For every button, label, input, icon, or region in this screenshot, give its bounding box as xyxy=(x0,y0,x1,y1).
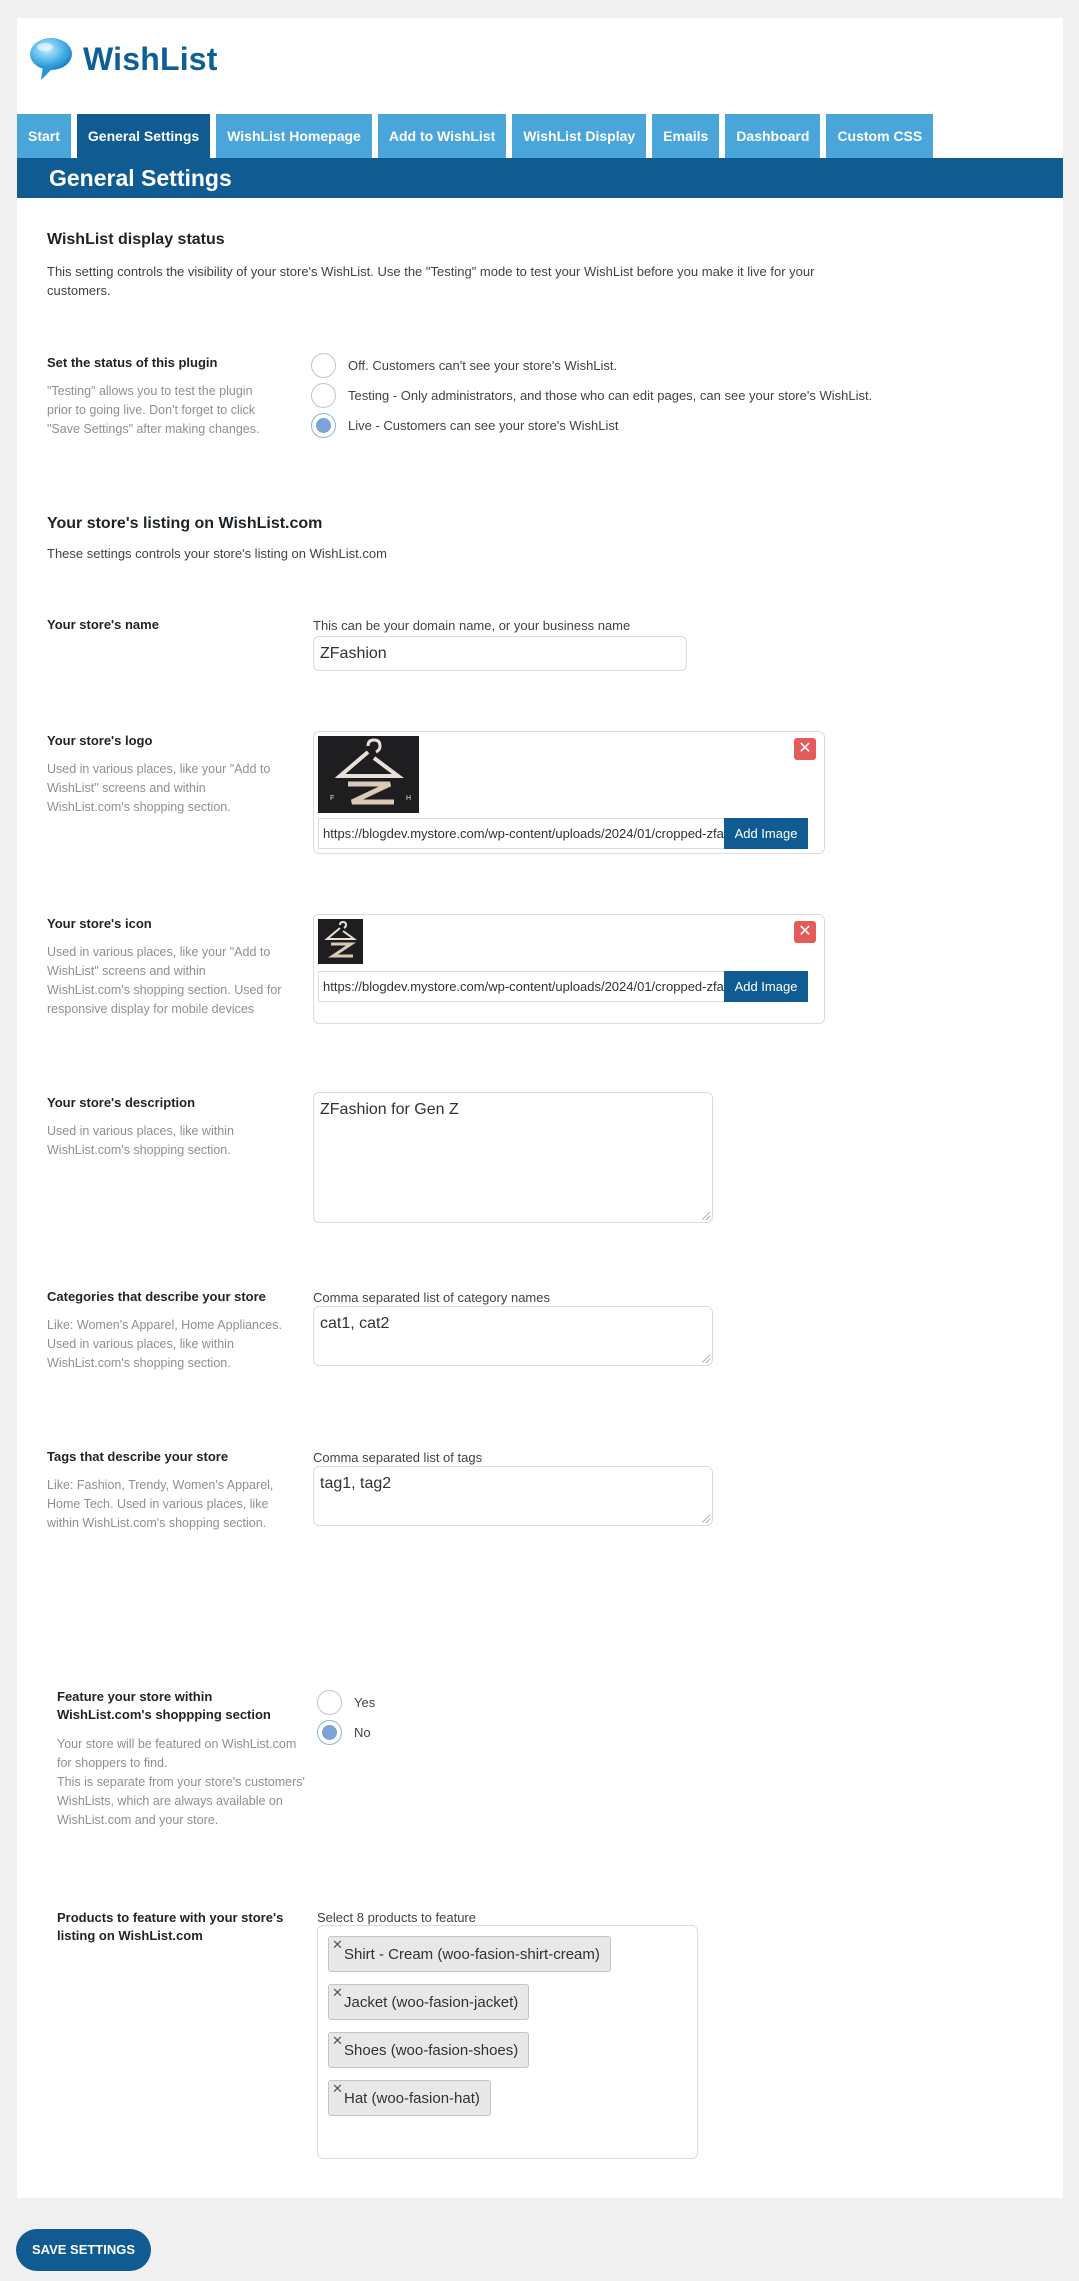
product-tag-label: Shirt - Cream (woo-fasion-shirt-cream) xyxy=(344,1946,600,1963)
tab-wishlist-display[interactable]: WishList Display xyxy=(512,114,647,158)
icon-preview-image xyxy=(318,919,363,964)
products-label: Products to feature with your store's li… xyxy=(57,1910,284,1943)
store-name-value: ZFashion xyxy=(320,644,387,662)
remove-logo-icon[interactable]: ✕ xyxy=(794,738,816,760)
logo-url-input[interactable]: https://blogdev.mystore.com/wp-content/u… xyxy=(318,818,724,849)
tab-start[interactable]: Start xyxy=(17,114,71,158)
product-tag-hat[interactable]: ✕ Hat (woo-fasion-hat) xyxy=(328,2080,491,2116)
tab-wishlist-homepage[interactable]: WishList Homepage xyxy=(216,114,372,158)
status-option-testing[interactable]: Testing - Only administrators, and those… xyxy=(311,380,1011,410)
remove-product-icon[interactable]: ✕ xyxy=(332,1975,343,2011)
icon-add-image-button[interactable]: Add Image xyxy=(724,971,808,1002)
products-hint: Select 8 products to feature xyxy=(317,1910,476,1925)
speech-bubble-icon xyxy=(27,36,73,82)
store-name-label: Your store's name xyxy=(47,617,159,632)
store-icon-help: Used in various places, like your "Add t… xyxy=(47,945,282,1016)
remove-product-icon[interactable]: ✕ xyxy=(332,2023,343,2059)
store-logo-box: F H ✕ https://blogdev.mystore.com/wp-con… xyxy=(313,731,825,854)
feature-option-yes-label: Yes xyxy=(354,1694,376,1710)
logo-add-image-button[interactable]: Add Image xyxy=(724,818,808,849)
product-tag-jacket[interactable]: ✕ Jacket (woo-fasion-jacket) xyxy=(328,1984,530,2020)
categories-textarea[interactable]: cat1, cat2 xyxy=(313,1306,713,1366)
product-tag-label: Hat (woo-fasion-hat) xyxy=(344,2090,480,2107)
store-icon-label: Your store's icon xyxy=(47,916,152,931)
feature-options: Yes No xyxy=(317,1687,375,1747)
tags-label: Tags that describe your store xyxy=(47,1449,229,1464)
store-description-help: Used in various places, like within Wish… xyxy=(47,1124,234,1157)
display-status-heading: WishList display status xyxy=(47,231,225,248)
icon-url-input[interactable]: https://blogdev.mystore.com/wp-content/u… xyxy=(318,971,724,1002)
status-option-off-label: Off. Customers can't see your store's Wi… xyxy=(348,357,618,373)
feature-help-1: Your store will be featured on WishList.… xyxy=(57,1737,297,1770)
tags-hint: Comma separated list of tags xyxy=(313,1450,483,1465)
store-logo-help: Used in various places, like your "Add t… xyxy=(47,762,271,814)
tab-general-settings[interactable]: General Settings xyxy=(76,114,211,158)
store-description-value: ZFashion for Gen Z xyxy=(320,1101,459,1118)
settings-panel: WishList Start General Settings WishList… xyxy=(17,18,1063,2198)
radio-yes[interactable] xyxy=(317,1689,342,1715)
tags-help: Like: Fashion, Trendy, Women's Apparel, … xyxy=(47,1478,274,1530)
listing-description: These settings controls your store's lis… xyxy=(47,546,387,561)
display-status-description: This setting controls the visibility of … xyxy=(47,264,815,298)
product-tag-shirt[interactable]: ✕ Shirt - Cream (woo-fasion-shirt-cream) xyxy=(328,1936,611,1972)
store-icon-box: ✕ https://blogdev.mystore.com/wp-content… xyxy=(313,914,825,1024)
product-tag-label: Jacket (woo-fasion-jacket) xyxy=(344,1994,519,2011)
tab-bar: Start General Settings WishList Homepage… xyxy=(17,114,939,158)
products-select-box[interactable]: ✕ Shirt - Cream (woo-fasion-shirt-cream)… xyxy=(317,1925,698,2159)
app-title: WishList xyxy=(83,40,218,77)
remove-product-icon[interactable]: ✕ xyxy=(332,2071,343,2107)
radio-live[interactable] xyxy=(311,412,336,438)
categories-hint: Comma separated list of category names xyxy=(313,1290,550,1305)
store-description-textarea[interactable]: ZFashion for Gen Z xyxy=(313,1092,713,1223)
plugin-status-options: Off. Customers can't see your store's Wi… xyxy=(311,350,1011,440)
remove-icon-icon[interactable]: ✕ xyxy=(794,921,816,943)
store-logo-label: Your store's logo xyxy=(47,733,153,748)
tags-textarea[interactable]: tag1, tag2 xyxy=(313,1466,713,1526)
tab-dashboard[interactable]: Dashboard xyxy=(725,114,821,158)
save-settings-button[interactable]: SAVE SETTINGS xyxy=(16,2229,151,2271)
feature-option-no[interactable]: No xyxy=(317,1717,375,1747)
svg-text:H: H xyxy=(406,795,411,802)
status-option-live[interactable]: Live - Customers can see your store's Wi… xyxy=(311,410,1011,440)
categories-label: Categories that describe your store xyxy=(47,1289,266,1304)
radio-off[interactable] xyxy=(311,352,336,378)
page-title: General Settings xyxy=(17,158,1063,198)
store-name-input[interactable]: ZFashion xyxy=(313,636,687,671)
logo-url-row: https://blogdev.mystore.com/wp-content/u… xyxy=(318,818,808,849)
logo-preview-image: F H xyxy=(318,736,419,813)
plugin-status-label: Set the status of this plugin xyxy=(47,355,218,370)
store-name-hint: This can be your domain name, or your bu… xyxy=(313,618,631,633)
icon-url-row: https://blogdev.mystore.com/wp-content/u… xyxy=(318,971,808,1002)
categories-help: Like: Women's Apparel, Home Appliances. … xyxy=(47,1318,282,1370)
svg-text:F: F xyxy=(330,795,334,802)
radio-no[interactable] xyxy=(317,1719,342,1745)
app-logo: WishList xyxy=(27,34,218,84)
product-tag-label: Shoes (woo-fasion-shoes) xyxy=(344,2042,519,2059)
remove-product-icon[interactable]: ✕ xyxy=(332,1927,343,1963)
radio-testing[interactable] xyxy=(311,382,336,408)
categories-value: cat1, cat2 xyxy=(320,1315,390,1332)
store-description-label: Your store's description xyxy=(47,1095,196,1110)
feature-option-no-label: No xyxy=(354,1724,371,1740)
tags-value: tag1, tag2 xyxy=(320,1475,392,1492)
listing-heading: Your store's listing on WishList.com xyxy=(47,515,323,532)
tab-emails[interactable]: Emails xyxy=(652,114,720,158)
feature-help-2: This is separate from your store's custo… xyxy=(57,1775,305,1827)
tab-custom-css[interactable]: Custom CSS xyxy=(826,114,934,158)
status-option-testing-label: Testing - Only administrators, and those… xyxy=(348,387,873,403)
product-tag-shoes[interactable]: ✕ Shoes (woo-fasion-shoes) xyxy=(328,2032,530,2068)
plugin-status-help: "Testing" allows you to test the plugin … xyxy=(47,384,260,436)
feature-option-yes[interactable]: Yes xyxy=(317,1687,375,1717)
feature-label: Feature your store within WishList.com's… xyxy=(57,1689,271,1722)
status-option-off[interactable]: Off. Customers can't see your store's Wi… xyxy=(311,350,1011,380)
tab-add-to-wishlist[interactable]: Add to WishList xyxy=(377,114,507,158)
status-option-live-label: Live - Customers can see your store's Wi… xyxy=(348,417,619,433)
